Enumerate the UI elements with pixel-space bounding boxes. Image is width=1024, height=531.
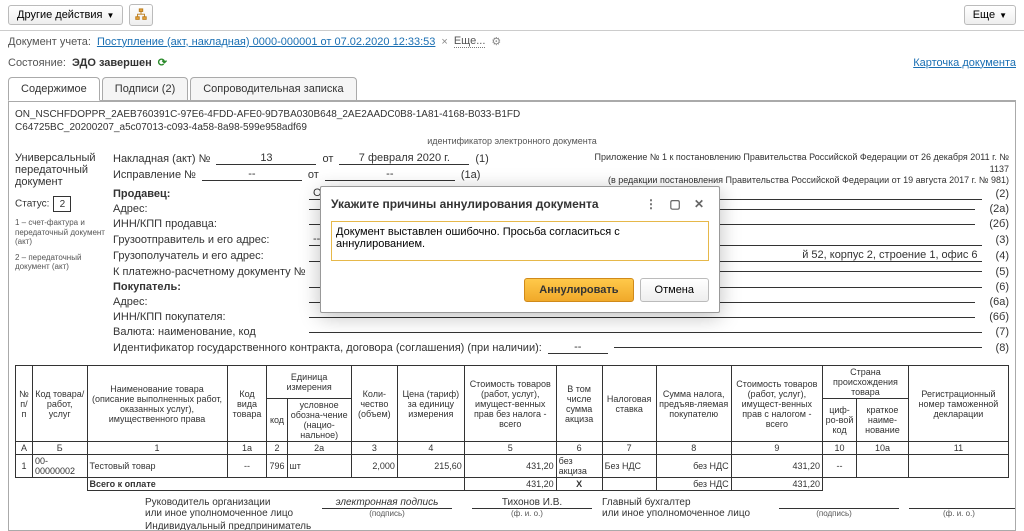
- reason-textarea[interactable]: [331, 221, 709, 261]
- modal-close-icon[interactable]: ✕: [689, 195, 709, 213]
- modal-overlay: Укажите причины аннулирования документа …: [0, 0, 1024, 526]
- cancel-button[interactable]: Отмена: [640, 278, 709, 302]
- modal-restore-icon[interactable]: ▢: [665, 195, 685, 213]
- modal-title: Укажите причины аннулирования документа: [331, 197, 637, 211]
- modal-menu-icon[interactable]: ⋮: [641, 195, 661, 213]
- annul-button[interactable]: Аннулировать: [524, 278, 633, 302]
- cancel-reason-modal: Укажите причины аннулирования документа …: [320, 186, 720, 313]
